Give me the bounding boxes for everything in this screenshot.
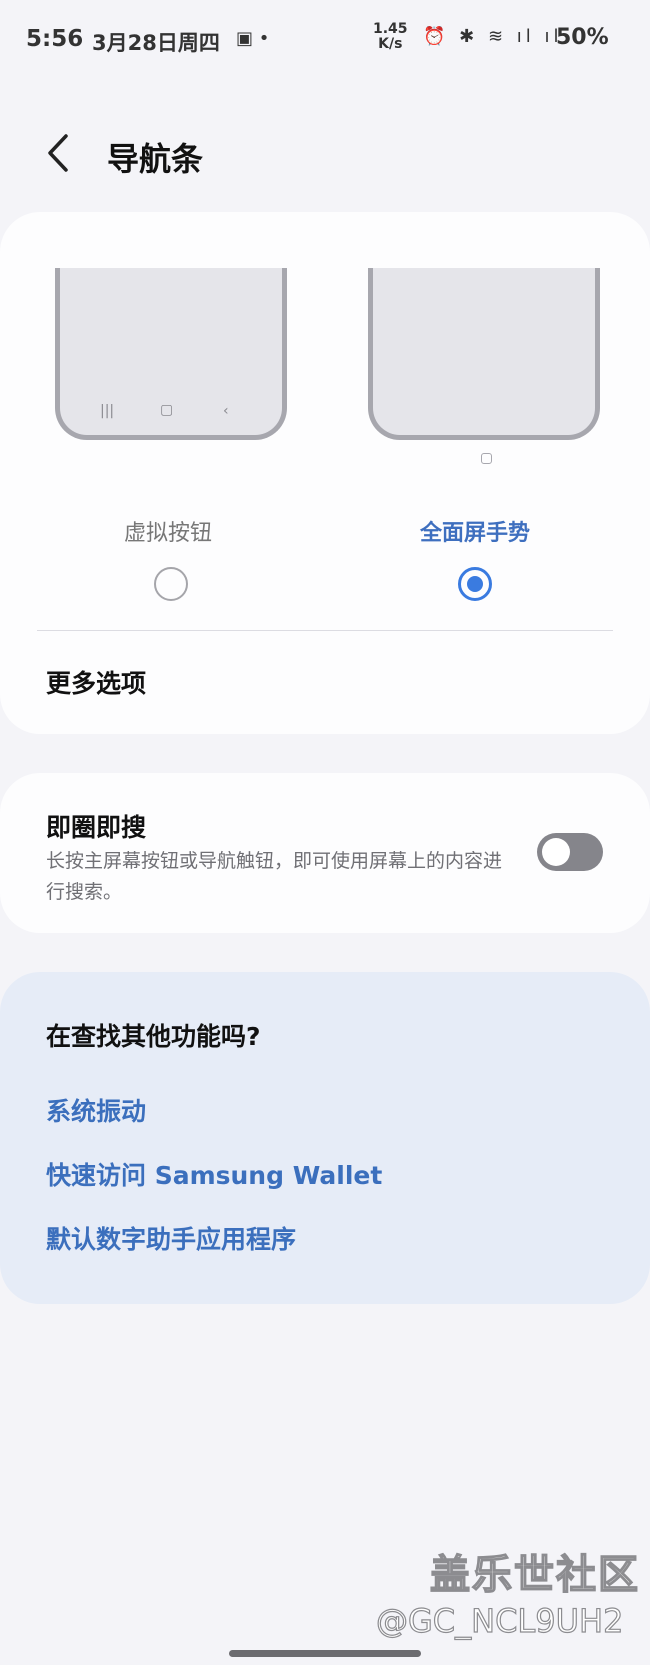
- network-speed-unit: K/s: [378, 36, 403, 52]
- gesture-hint-icon: [481, 453, 492, 464]
- watermark-user: @GC_NCL9UH2: [375, 1601, 624, 1640]
- navigation-type-card: ||| ▢ ‹ 虚拟按钮 全面屏手势 更多选项: [0, 212, 650, 734]
- option-buttons-label[interactable]: 虚拟按钮: [124, 515, 212, 547]
- radio-gestures-option[interactable]: [458, 567, 492, 601]
- link-samsung-wallet[interactable]: 快速访问 Samsung Wallet: [46, 1156, 382, 1192]
- more-options-item[interactable]: 更多选项: [46, 664, 146, 700]
- back-button[interactable]: [42, 128, 82, 178]
- link-default-assistant[interactable]: 默认数字助手应用程序: [46, 1220, 296, 1256]
- back-arrow-icon: [48, 134, 68, 172]
- suggestions-title: 在查找其他功能吗?: [46, 1022, 261, 1051]
- buttons-preview-illustration[interactable]: ||| ▢ ‹: [55, 268, 287, 440]
- back-icon: ‹: [223, 403, 229, 419]
- circle-to-search-description: 长按主屏幕按钮或导航触钮，即可使用屏幕上的内容进行搜索。: [46, 850, 503, 903]
- watermark-site: 盖乐世社区: [429, 1551, 640, 1599]
- notification-icons: ▣ •: [236, 28, 270, 49]
- suggestions-card: 在查找其他功能吗? 系统振动 快速访问 Samsung Wallet 默认数字助…: [0, 972, 650, 1304]
- app-bar: 导航条: [0, 120, 650, 190]
- network-speed-value: 1.45: [373, 21, 408, 37]
- divider: [37, 630, 613, 631]
- circle-to-search-toggle[interactable]: [537, 833, 603, 871]
- status-time: 5:56: [26, 26, 84, 52]
- gesture-home-bar[interactable]: [229, 1650, 421, 1657]
- radio-buttons-option[interactable]: [154, 567, 188, 601]
- preview-nav-buttons: ||| ▢ ‹: [60, 402, 282, 423]
- link-system-vibration[interactable]: 系统振动: [46, 1092, 146, 1128]
- status-bar: 5:56 3月28日周四 ▣ • 1.45 K/s ⏰ ✱ ≋ ıl ıl 50…: [0, 0, 650, 80]
- recents-icon: |||: [100, 403, 115, 419]
- battery-level: 50%: [556, 25, 609, 50]
- status-date: 3月28日周四: [92, 31, 220, 55]
- circle-to-search-title: 即圈即搜: [46, 813, 147, 842]
- circle-to-search-card[interactable]: 即圈即搜 长按主屏幕按钮或导航触钮，即可使用屏幕上的内容进行搜索。: [0, 773, 650, 933]
- gestures-preview-illustration[interactable]: [368, 268, 600, 440]
- page-title: 导航条: [107, 140, 204, 178]
- home-icon: ▢: [160, 402, 174, 418]
- network-speed: 1.45 K/s: [373, 22, 408, 52]
- system-status-icons: ⏰ ✱ ≋ ıl ıl: [423, 26, 563, 47]
- option-gestures-label[interactable]: 全面屏手势: [420, 515, 530, 547]
